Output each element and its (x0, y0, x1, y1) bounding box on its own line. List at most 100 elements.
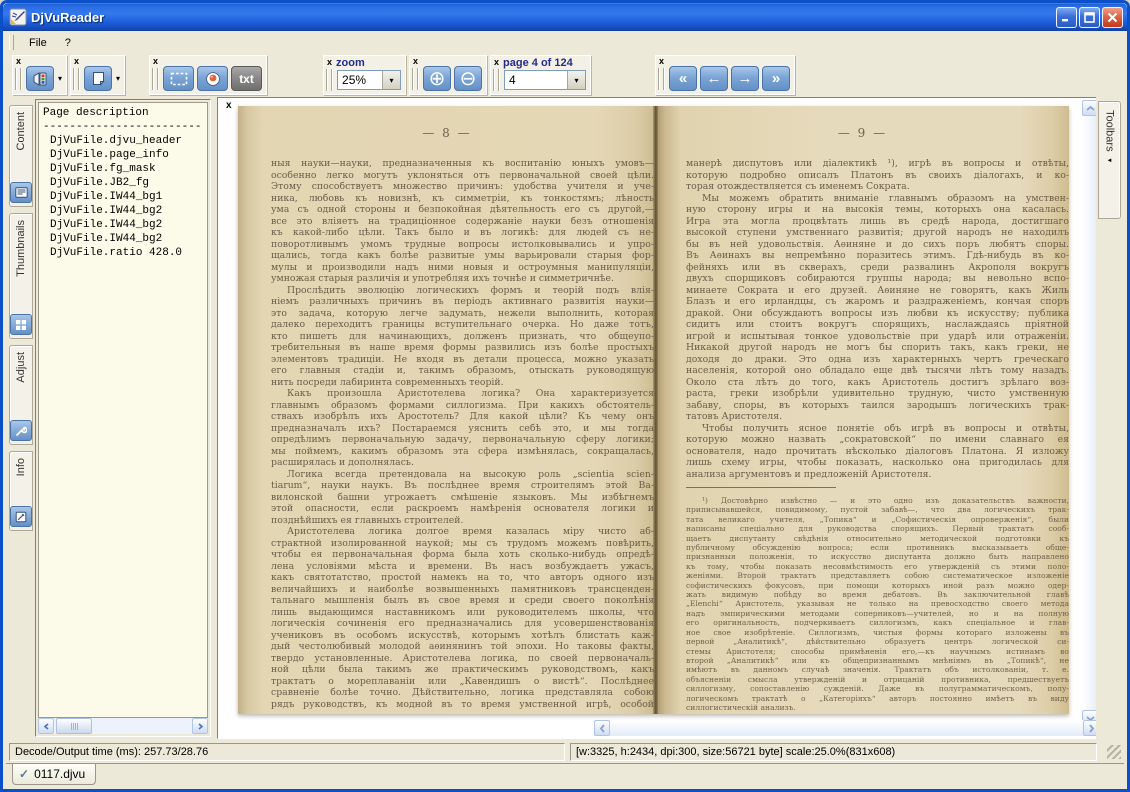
scroll-left-icon[interactable] (594, 720, 610, 736)
page-description-text[interactable]: Page description -----------------------… (38, 102, 208, 718)
decode-layers-icon (32, 71, 49, 87)
page-number-9: — 9 — (656, 126, 1069, 140)
book-spread: — 8 — ныя науки—науки, предназначенныя к… (238, 106, 1069, 714)
scan-text-line: поворотливымъ умомъ трудные вопросы исто… (271, 239, 654, 251)
zoom-toolbar-label: zoom (336, 57, 365, 69)
previous-page-button[interactable]: ← (700, 66, 728, 91)
zoom-out-button[interactable]: ⊖ (454, 66, 482, 91)
close-button[interactable] (1102, 7, 1123, 28)
last-page-button[interactable]: » (762, 66, 790, 91)
status-page-info: [w:3325, h:2434, dpi:300, size:56721 byt… (570, 743, 1097, 761)
page-layout-button[interactable] (84, 66, 112, 91)
text-mode-button[interactable]: txt (231, 66, 262, 91)
scan-text-line: населенія, которой оно обладало еще двѣ … (686, 365, 1069, 377)
scan-text-line: страктной изолированной наукой; мы съ тр… (271, 538, 654, 550)
scroll-left-icon[interactable] (38, 718, 54, 734)
toolbar-close-icon[interactable]: x (327, 58, 332, 67)
scan-text-line: бы въ ней удовольствія. Аѳиняне и до сих… (686, 239, 1069, 251)
scan-text-line: твердо установленные. Аристотелева логик… (271, 653, 654, 665)
panel-close-icon[interactable]: x (226, 100, 232, 111)
page-select[interactable]: 4 ▾ (504, 70, 586, 90)
toolbar-grip[interactable] (326, 69, 332, 91)
scan-text-line: Никакой другой народъ не могъ бы спорить… (686, 342, 1069, 354)
next-page-button[interactable]: → (731, 66, 759, 91)
scan-text-line: анализа аргументовъ и предложеній Аристо… (686, 469, 1069, 481)
select-region-button[interactable] (163, 66, 194, 91)
scan-text-line: элементовъ традиціи. Не входя въ детали … (271, 354, 654, 366)
scan-text-line: имѣютъ въ данномъ случаѣ значенія. Тракт… (686, 665, 1069, 674)
toolbar-grip[interactable] (658, 68, 664, 90)
scan-text-line: щаетъ диспутанту свѣдѣнія относительно м… (686, 534, 1069, 543)
menu-help[interactable]: ? (56, 34, 80, 52)
minimize-button[interactable] (1056, 7, 1077, 28)
adjust-wrench-icon (10, 420, 32, 441)
tab-content[interactable]: Content (9, 105, 33, 207)
scan-text-line: жать видимую побѣду во время дебатовъ. В… (686, 590, 1069, 599)
toolbar-grip[interactable] (412, 68, 418, 90)
scan-text-line: его главныя стадіи и, такимъ образомъ, о… (271, 365, 654, 377)
page-description-item: DjVuFile.IW44_bg2 (43, 232, 207, 246)
scan-text-line: ума съ одной стороны и безпокойная дѣяте… (271, 204, 654, 216)
info-icon (10, 506, 32, 527)
page-toolbar-label: page 4 of 124 (503, 57, 573, 69)
scan-text-line: признанныя положенія, то искусство диспу… (686, 552, 1069, 561)
document-viewer[interactable]: x — 8 — ныя науки—науки, предназначенныя… (217, 97, 1103, 739)
scan-text-line: игрой и испытывая тонкое удовольствіе пр… (686, 331, 1069, 343)
zoom-out-icon: ⊖ (460, 69, 477, 89)
toolbar-grip[interactable] (15, 68, 21, 90)
left-dock-tabstrip: Content Thumbnails Adjust Info (6, 97, 35, 741)
scan-text-line: его оригинальность, подчеркиваетъ силлог… (686, 618, 1069, 627)
zoom-in-button[interactable]: ⊕ (423, 66, 451, 91)
toolbar-close-icon[interactable]: x (153, 57, 158, 66)
page-9-text: манерѣ диспутовъ или діалектикѣ ¹), игрѣ… (686, 158, 1069, 480)
zoom-dropdown-icon[interactable]: ▾ (382, 71, 400, 89)
toolbar-close-icon[interactable]: x (16, 57, 21, 66)
viewer-horizontal-scrollbar[interactable] (594, 720, 1099, 736)
file-tab-0117[interactable]: ✓ 0117.djvu (12, 764, 96, 785)
zoom-select[interactable]: 25% ▾ (337, 70, 401, 90)
scan-text-line: объясненіи смысла утвержденій и отрицані… (686, 675, 1069, 684)
image-mode-button[interactable] (197, 66, 228, 91)
page-layout-dropdown-icon[interactable]: ▾ (116, 74, 120, 83)
panel-horizontal-scrollbar[interactable] (38, 718, 208, 734)
scan-text-line: торая отождествляется съ именемъ Сократа… (686, 181, 1069, 193)
scan-text-line: вилонской башни угрожаетъ смѣшеніе языко… (271, 492, 654, 504)
toolbar-group-navigation: x « ← → » (655, 55, 795, 95)
toolbar-group-zoom-buttons: x ⊕ ⊖ (409, 55, 487, 95)
tab-toolbars[interactable]: Toolbars ◄ (1098, 101, 1121, 219)
previous-page-icon: ← (707, 71, 722, 86)
menu-file[interactable]: File (20, 34, 56, 52)
scan-text-line: Мы можемъ обратить вниманіе главнымъ обр… (686, 193, 1069, 205)
menu-grip[interactable] (9, 35, 14, 50)
scrollbar-thumb[interactable] (56, 718, 92, 734)
decode-mode-button[interactable] (26, 66, 54, 91)
title-bar[interactable]: DjVuReader (3, 3, 1127, 31)
scan-text-line: двухъ спорщиковъ собираются группы народ… (686, 273, 1069, 285)
toolbar-grip[interactable] (493, 69, 499, 91)
toolbar-close-icon[interactable]: x (413, 57, 418, 66)
scan-text-line: забаву, споры, въ которыхъ таился зароды… (686, 400, 1069, 412)
scan-text-line: ное свое изобрѣтеніе. Силлогизмъ, чистыя… (686, 628, 1069, 637)
tab-adjust[interactable]: Adjust (9, 345, 33, 445)
scan-text-line: Въ Аѳинахъ вы непремѣнно поразитесь этим… (686, 250, 1069, 262)
scan-text-line: основателя, надо прочитать нѣсколько діа… (686, 446, 1069, 458)
toolbar-grip[interactable] (73, 68, 79, 90)
maximize-button[interactable] (1079, 7, 1100, 28)
scan-text-line: щались, тогда какъ болѣе развитые умы ва… (271, 250, 654, 262)
resize-grip[interactable] (1107, 745, 1121, 759)
toolbar-close-icon[interactable]: x (659, 57, 664, 66)
page-dropdown-icon[interactable]: ▾ (567, 71, 585, 89)
file-tab-icon: ✓ (19, 767, 29, 781)
toolbar-close-icon[interactable]: x (494, 58, 499, 67)
toolbar-close-icon[interactable]: x (74, 57, 79, 66)
scan-text-line: далеко переходитъ границы вступительнаго… (271, 319, 654, 331)
tab-thumbnails[interactable]: Thumbnails (9, 213, 33, 339)
decode-mode-dropdown-icon[interactable]: ▾ (58, 74, 62, 83)
toolbar-grip[interactable] (152, 68, 158, 90)
scroll-right-icon[interactable] (192, 718, 208, 734)
scan-text-line: особенно легко могутъ уклоняться отъ пер… (271, 170, 654, 182)
scan-text-line: ную сторону игры и на высокія темы, кото… (686, 204, 1069, 216)
first-page-button[interactable]: « (669, 66, 697, 91)
scan-text-line: къ какой-либо цѣли. Такъ было и въ логик… (271, 227, 654, 239)
tab-info[interactable]: Info (9, 451, 33, 531)
